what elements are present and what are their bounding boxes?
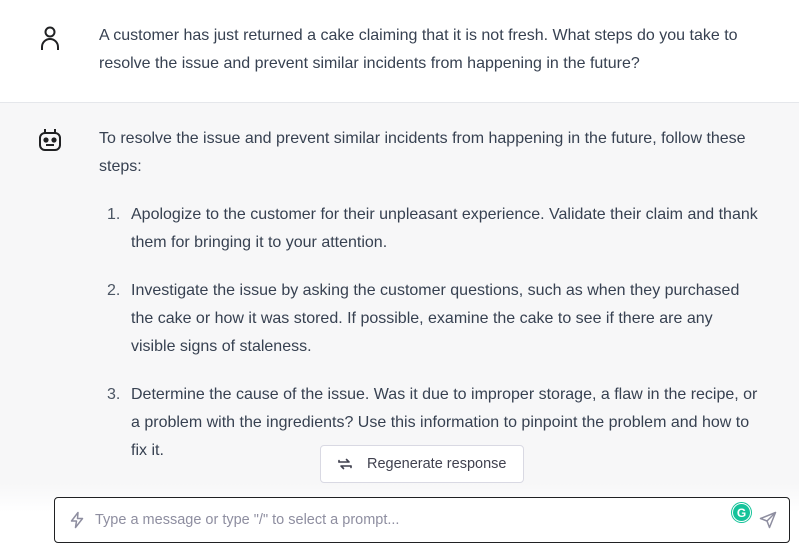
list-item: 1. Apologize to the customer for their u… <box>99 201 759 257</box>
bot-icon <box>39 129 61 151</box>
grammarly-icon[interactable]: G <box>732 503 751 522</box>
bolt-icon[interactable] <box>68 511 86 529</box>
user-message: A customer has just returned a cake clai… <box>0 0 799 103</box>
list-item: 2. Investigate the issue by asking the c… <box>99 277 759 361</box>
message-input[interactable] <box>95 507 695 533</box>
user-icon <box>41 26 59 50</box>
send-icon[interactable] <box>759 511 777 529</box>
list-item-number: 2. <box>107 282 121 299</box>
user-message-text: A customer has just returned a cake clai… <box>99 27 738 72</box>
list-item-text: Apologize to the customer for their unpl… <box>131 206 758 251</box>
assistant-intro-text: To resolve the issue and prevent similar… <box>99 130 746 175</box>
refresh-icon <box>338 458 352 470</box>
regenerate-label: Regenerate response <box>367 456 507 472</box>
message-composer: G <box>54 497 790 543</box>
steps-list: 1. Apologize to the customer for their u… <box>99 201 759 485</box>
regenerate-response-button[interactable]: Regenerate response <box>320 445 524 483</box>
list-item-number: 3. <box>107 386 121 403</box>
list-item-text: Investigate the issue by asking the cust… <box>131 282 740 355</box>
list-item-number: 1. <box>107 206 121 223</box>
